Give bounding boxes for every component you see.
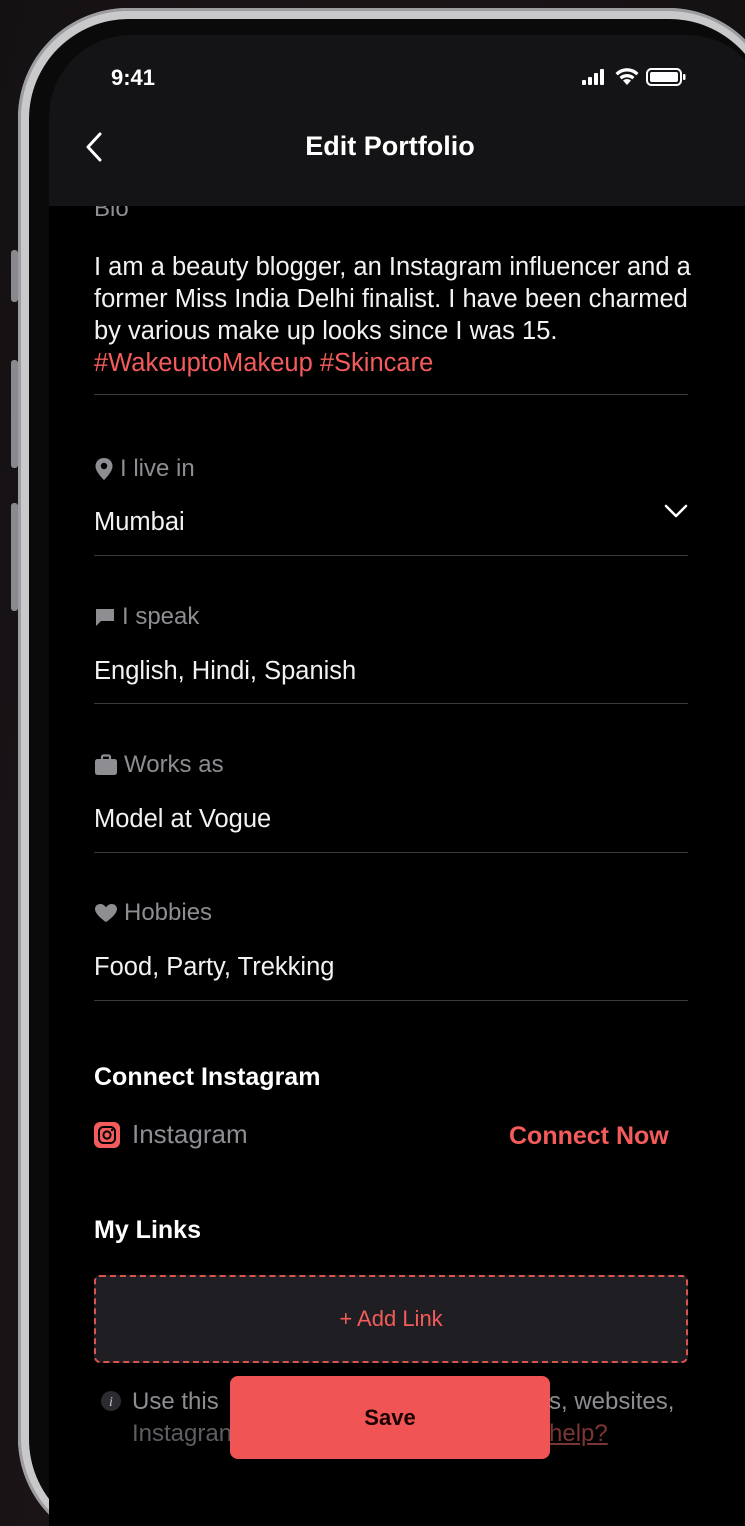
volume-down-button: [11, 503, 18, 611]
hobbies-label-text: Hobbies: [124, 899, 213, 926]
hobbies-label: Hobbies: [94, 899, 212, 927]
work-divider: [94, 852, 688, 853]
info-icon: i: [100, 1390, 122, 1417]
links-section-title: My Links: [94, 1216, 201, 1244]
languages-divider: [94, 703, 688, 704]
location-label: I live in: [94, 455, 195, 483]
bio-hashtags[interactable]: #WakeuptoMakeup #Skincare: [94, 349, 433, 377]
links-help-link[interactable]: help?: [549, 1420, 608, 1448]
instagram-icon: [94, 1121, 120, 1148]
instagram-row: Instagram: [94, 1119, 248, 1150]
bio-text[interactable]: I am a beauty blogger, an Instagram infl…: [94, 251, 694, 379]
languages-label: I speak: [94, 603, 199, 631]
add-link-button[interactable]: + Add Link: [94, 1275, 688, 1363]
battery-icon: [646, 68, 686, 86]
chevron-down-icon[interactable]: [664, 503, 688, 519]
briefcase-icon: [95, 754, 117, 775]
connect-now-button[interactable]: Connect Now: [509, 1122, 669, 1151]
links-hint-end: s, websites,: [549, 1388, 675, 1415]
languages-value[interactable]: English, Hindi, Spanish: [94, 657, 356, 686]
work-label-text: Works as: [124, 751, 224, 778]
volume-up-button: [11, 360, 18, 468]
location-divider: [94, 555, 688, 556]
svg-text:i: i: [109, 1395, 113, 1410]
wifi-icon: [615, 68, 639, 85]
mute-switch: [11, 250, 18, 302]
chat-bubble-icon: [96, 609, 114, 626]
bio-body: I am a beauty blogger, an Instagram infl…: [94, 253, 691, 345]
top-header: 9:41 Edit Portfolio: [49, 35, 745, 206]
signal-icon: [582, 69, 604, 85]
device-stage: 9:41 Edit Portfolio Bio I am a beauty bl…: [0, 0, 745, 1526]
links-hint-start: Use this: [132, 1388, 219, 1415]
status-time: 9:41: [111, 65, 156, 90]
links-hint-line2: Instagran: [132, 1420, 233, 1447]
bio-divider: [94, 394, 688, 395]
languages-label-text: I speak: [122, 603, 200, 630]
page-title: Edit Portfolio: [305, 131, 475, 161]
instagram-section-title: Connect Instagram: [94, 1063, 321, 1091]
work-value[interactable]: Model at Vogue: [94, 805, 271, 834]
hobbies-value[interactable]: Food, Party, Trekking: [94, 953, 334, 982]
location-label-text: I live in: [120, 455, 195, 482]
location-pin-icon: [95, 458, 113, 480]
work-label: Works as: [94, 751, 224, 779]
location-value[interactable]: Mumbai: [94, 508, 185, 537]
instagram-label: Instagram: [132, 1119, 248, 1149]
heart-icon: [95, 904, 117, 922]
save-button[interactable]: Save: [230, 1376, 550, 1459]
hobbies-divider: [94, 1000, 688, 1001]
app-screen: 9:41 Edit Portfolio Bio I am a beauty bl…: [49, 35, 745, 1526]
status-icons: [582, 67, 686, 87]
